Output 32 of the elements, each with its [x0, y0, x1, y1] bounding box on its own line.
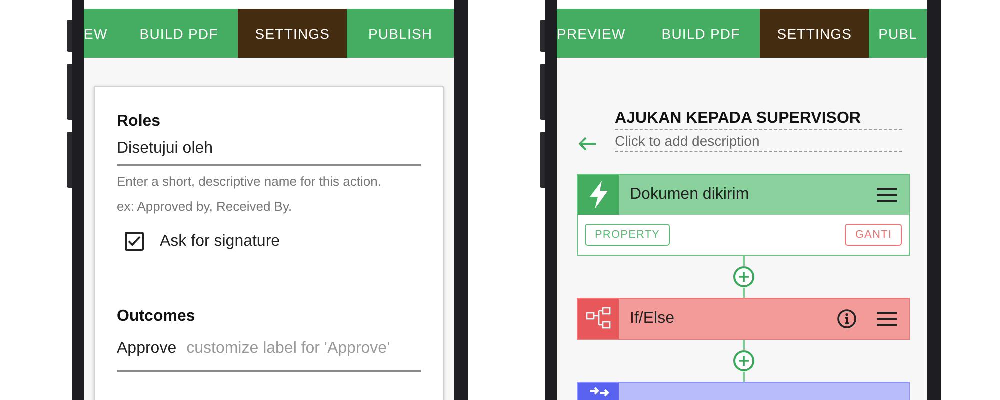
flowchart-icon	[586, 307, 612, 331]
section-heading: Roles	[117, 113, 162, 131]
step-title: If/Else	[630, 310, 676, 328]
checkbox-label: Ask for signature	[160, 232, 280, 250]
checkbox[interactable]	[125, 232, 144, 251]
back-arrow-icon[interactable]	[579, 137, 597, 151]
lightning-icon	[588, 181, 610, 209]
arrows-icon	[588, 387, 608, 397]
info-icon[interactable]	[837, 309, 857, 329]
help-text: Enter a short, descriptive name for this action.	[117, 174, 382, 189]
tab[interactable]: SETTINGS	[760, 9, 870, 58]
workflow-title[interactable]: AJUKAN KEPADA SUPERVISOR	[615, 110, 902, 130]
outcome-label-field[interactable]: customize label for 'Approve'	[186, 340, 421, 358]
tab[interactable]: BUILD PDF	[642, 9, 760, 58]
property-button[interactable]: PROPERTY	[585, 224, 670, 246]
outcome-label: Approve	[117, 340, 177, 358]
replace-button[interactable]: GANTI	[845, 224, 902, 246]
menu-icon[interactable]	[877, 312, 897, 326]
tab[interactable]: BUILD PDF	[120, 9, 238, 58]
add-step-icon[interactable]	[732, 350, 754, 372]
tab[interactable]: SETTINGS	[238, 9, 348, 58]
role-name-field[interactable]: Disetujui oleh	[117, 131, 421, 166]
help-text: ex: Approved by, Received By.	[117, 199, 294, 214]
menu-icon[interactable]	[877, 188, 897, 202]
tab[interactable]: PREVIEW	[557, 9, 642, 58]
description-field[interactable]: Click to add description	[615, 130, 902, 152]
tab[interactable]: PUBL	[869, 9, 927, 58]
step-title: Dokumen dikirim	[630, 186, 750, 204]
tab[interactable]: EW	[84, 9, 120, 58]
tab[interactable]: PUBLISH	[347, 9, 454, 58]
add-step-icon[interactable]	[732, 266, 754, 288]
section-heading: Outcomes	[117, 308, 196, 326]
